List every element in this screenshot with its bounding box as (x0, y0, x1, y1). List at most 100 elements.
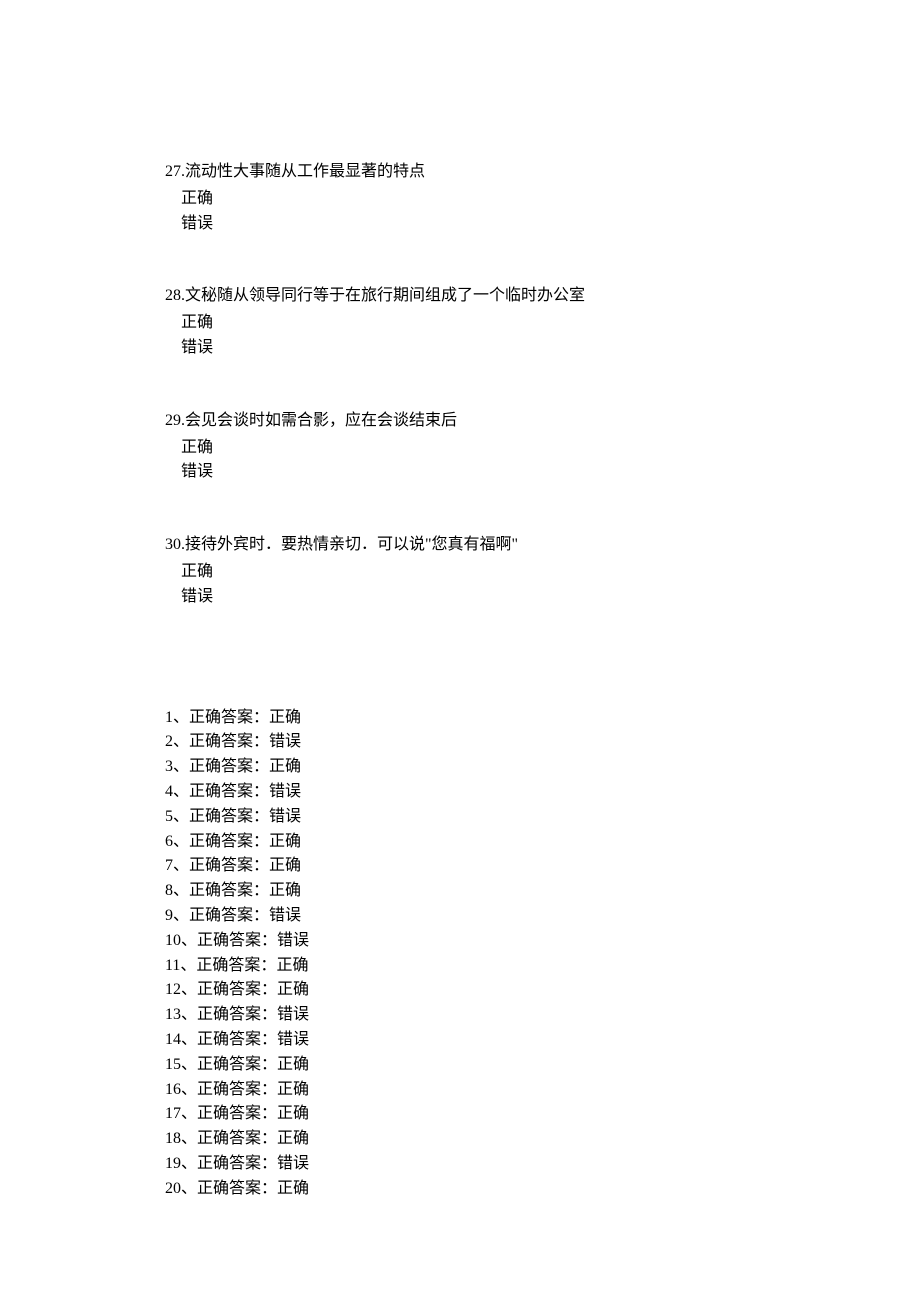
answers-section: 1、正确答案：正确 2、正确答案：错误 3、正确答案：正确 4、正确答案：错误 … (165, 706, 755, 1202)
answer-line: 16、正确答案：正确 (165, 1078, 755, 1103)
answer-value: 正确 (277, 1056, 309, 1073)
answer-label: 正确答案： (197, 1130, 277, 1147)
answer-value: 错误 (269, 907, 301, 924)
answer-line: 19、正确答案：错误 (165, 1152, 755, 1177)
answer-num: 16 (165, 1081, 181, 1098)
answer-line: 10、正确答案：错误 (165, 929, 755, 954)
answer-num: 15 (165, 1056, 181, 1073)
answer-label: 正确答案： (196, 957, 276, 974)
answer-line: 15、正确答案：正确 (165, 1053, 755, 1078)
answer-num: 19 (165, 1155, 181, 1172)
answer-value: 正确 (269, 758, 301, 775)
answer-num: 8 (165, 882, 173, 899)
question-text: 27.流动性大事随从工作最显著的特点 (165, 160, 755, 185)
answer-num: 3 (165, 758, 173, 775)
answer-label: 正确答案： (197, 1180, 277, 1197)
option-false: 错误 (165, 336, 755, 361)
answer-label: 正确答案： (189, 907, 269, 924)
answer-value: 正确 (277, 981, 309, 998)
answer-line: 3、正确答案：正确 (165, 755, 755, 780)
question-text: 29.会见会谈时如需合影，应在会谈结束后 (165, 409, 755, 434)
questions-section: 27.流动性大事随从工作最显著的特点 正确 错误 28.文秘随从领导同行等于在旅… (165, 160, 755, 610)
answer-line: 11、正确答案：正确 (165, 954, 755, 979)
option-false: 错误 (165, 460, 755, 485)
answer-line: 7、正确答案：正确 (165, 854, 755, 879)
answer-label: 正确答案： (189, 709, 269, 726)
answer-label: 正确答案： (189, 733, 269, 750)
answer-num: 11 (165, 957, 180, 974)
answer-label: 正确答案： (197, 1081, 277, 1098)
answer-label: 正确答案： (189, 808, 269, 825)
option-true: 正确 (165, 436, 755, 461)
answer-line: 13、正确答案：错误 (165, 1003, 755, 1028)
answer-line: 17、正确答案：正确 (165, 1102, 755, 1127)
answer-value: 错误 (277, 932, 309, 949)
answer-label: 正确答案： (197, 1006, 277, 1023)
answer-line: 20、正确答案：正确 (165, 1177, 755, 1202)
answer-num: 2 (165, 733, 173, 750)
answer-value: 正确 (269, 882, 301, 899)
answer-value: 错误 (277, 1031, 309, 1048)
answer-line: 8、正确答案：正确 (165, 879, 755, 904)
answer-value: 正确 (277, 1105, 309, 1122)
question-text: 28.文秘随从领导同行等于在旅行期间组成了一个临时办公室 (165, 284, 755, 309)
answer-label: 正确答案： (189, 857, 269, 874)
answer-num: 10 (165, 932, 181, 949)
question-content: 流动性大事随从工作最显著的特点 (185, 163, 425, 180)
question-content: 文秘随从领导同行等于在旅行期间组成了一个临时办公室 (185, 287, 585, 304)
question-number: 30 (165, 536, 181, 553)
answer-line: 5、正确答案：错误 (165, 805, 755, 830)
answer-line: 14、正确答案：错误 (165, 1028, 755, 1053)
answer-num: 12 (165, 981, 181, 998)
answer-value: 正确 (277, 1130, 309, 1147)
answer-value: 正确 (269, 833, 301, 850)
answer-label: 正确答案： (189, 758, 269, 775)
answer-line: 4、正确答案：错误 (165, 780, 755, 805)
answer-num: 9 (165, 907, 173, 924)
answer-label: 正确答案： (197, 981, 277, 998)
answer-num: 14 (165, 1031, 181, 1048)
question-content: 接待外宾时．要热情亲切．可以说"您真有福啊" (185, 536, 518, 553)
answer-line: 6、正确答案：正确 (165, 830, 755, 855)
answer-line: 18、正确答案：正确 (165, 1127, 755, 1152)
answer-num: 17 (165, 1105, 181, 1122)
answer-value: 错误 (277, 1155, 309, 1172)
answer-value: 正确 (277, 1180, 309, 1197)
answer-num: 6 (165, 833, 173, 850)
question-number: 29 (165, 412, 181, 429)
answer-num: 7 (165, 857, 173, 874)
answer-label: 正确答案： (189, 882, 269, 899)
option-true: 正确 (165, 311, 755, 336)
answer-line: 2、正确答案：错误 (165, 730, 755, 755)
answer-num: 1 (165, 709, 173, 726)
option-true: 正确 (165, 560, 755, 585)
answer-num: 4 (165, 783, 173, 800)
option-true: 正确 (165, 187, 755, 212)
answer-label: 正确答案： (189, 833, 269, 850)
answer-label: 正确答案： (197, 1031, 277, 1048)
answer-value: 错误 (269, 733, 301, 750)
answer-value: 错误 (269, 783, 301, 800)
option-false: 错误 (165, 212, 755, 237)
answer-num: 13 (165, 1006, 181, 1023)
answer-label: 正确答案： (197, 1155, 277, 1172)
answer-label: 正确答案： (197, 932, 277, 949)
answer-num: 18 (165, 1130, 181, 1147)
answer-num: 20 (165, 1180, 181, 1197)
question-27: 27.流动性大事随从工作最显著的特点 正确 错误 (165, 160, 755, 236)
question-29: 29.会见会谈时如需合影，应在会谈结束后 正确 错误 (165, 409, 755, 485)
question-30: 30.接待外宾时．要热情亲切．可以说"您真有福啊" 正确 错误 (165, 533, 755, 609)
answer-label: 正确答案： (197, 1105, 277, 1122)
answer-label: 正确答案： (189, 783, 269, 800)
answer-value: 正确 (269, 857, 301, 874)
answer-value: 错误 (269, 808, 301, 825)
question-number: 27 (165, 163, 181, 180)
answer-line: 12、正确答案：正确 (165, 978, 755, 1003)
answer-value: 正确 (269, 709, 301, 726)
answer-value: 正确 (277, 1081, 309, 1098)
question-number: 28 (165, 287, 181, 304)
answer-label: 正确答案： (197, 1056, 277, 1073)
answer-num: 5 (165, 808, 173, 825)
answer-line: 1、正确答案：正确 (165, 706, 755, 731)
question-text: 30.接待外宾时．要热情亲切．可以说"您真有福啊" (165, 533, 755, 558)
